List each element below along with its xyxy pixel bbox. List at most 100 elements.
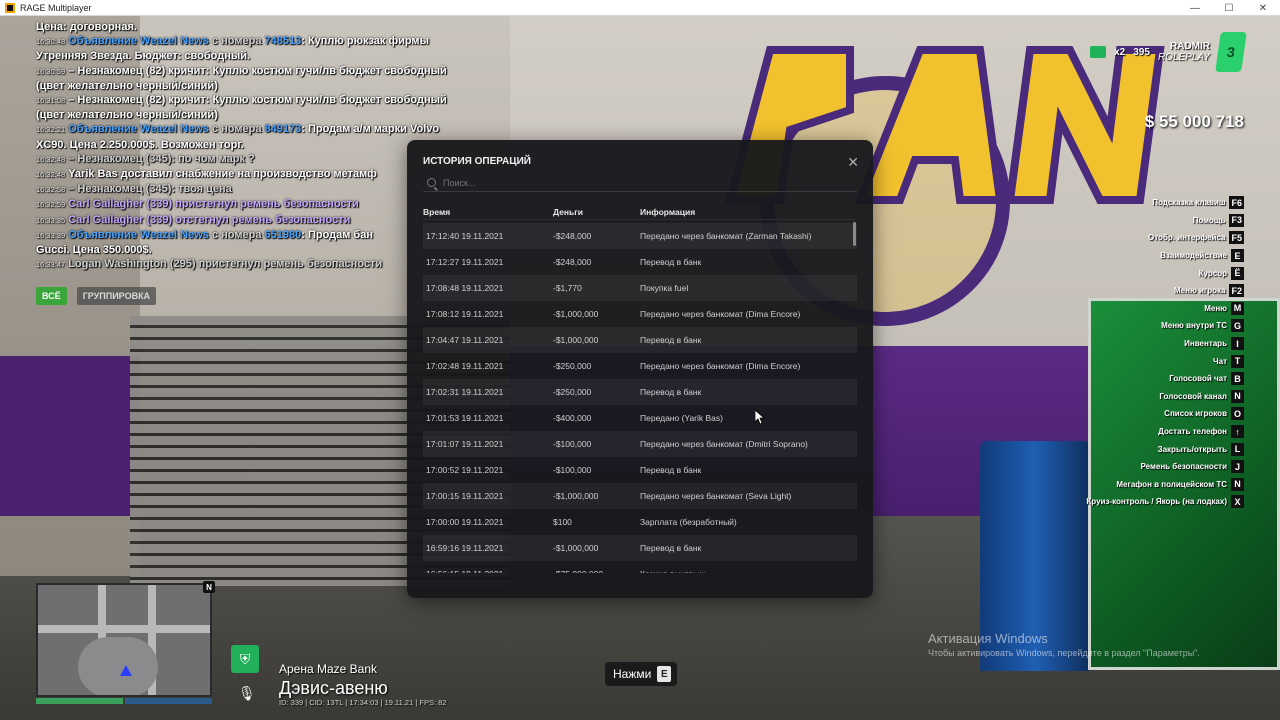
cell-info: Передано через банкомат (Dima Encore)	[640, 361, 801, 371]
modal-close-button[interactable]: ✕	[847, 154, 859, 171]
brand-name: RADMIR	[1170, 41, 1210, 52]
table-row[interactable]: 17:00:00 19.11.2021 $100 Зарплата (безрабо…	[423, 509, 857, 535]
key-hint-label: Курсор	[1198, 268, 1227, 278]
hud-stat-x2: x2	[1114, 46, 1126, 58]
chat-tab-group[interactable]: ГРУППИРОВКА	[76, 287, 157, 305]
radmir-logo-icon: 3	[1215, 32, 1247, 72]
cell-time: 17:02:48 19.11.2021	[426, 361, 504, 371]
minimap	[36, 583, 212, 697]
chat-timestamp: 16:32:48	[36, 154, 66, 164]
cell-info: Перевод в банк	[640, 257, 702, 267]
chat-tabs: ВСЁ ГРУППИРОВКА	[36, 287, 157, 305]
chat-text: : Продам бан	[301, 228, 373, 241]
key-hint: Инвентарь I	[984, 335, 1244, 353]
table-row[interactable]: 17:04:47 19.11.2021 -$1,000,000 Перевод в …	[423, 327, 857, 353]
rage-app-icon	[5, 2, 15, 13]
column-header-time: Время	[423, 206, 451, 217]
brand-sub: ROLEPLAY	[1157, 52, 1210, 63]
close-window-button[interactable]: ✕	[1246, 0, 1280, 16]
table-row[interactable]: 17:01:53 19.11.2021 -$400,000 Передано (Ya…	[423, 405, 857, 431]
money-display: $ 55 000 718	[1144, 112, 1244, 131]
chat-text: – Незнакомец (345): по чом марк ?	[68, 152, 255, 165]
key-hint: Подсказка клавиш F6	[984, 194, 1244, 212]
key-hint-label: Голосовой чат	[1169, 374, 1227, 384]
table-row[interactable]: 17:08:12 19.11.2021 -$1,000,000 Передано ч…	[423, 301, 857, 327]
chat-tab-all[interactable]: ВСЁ	[36, 287, 67, 305]
cell-info: Казино выигрыш	[640, 569, 857, 573]
chat-timestamp: 16:30:59	[36, 66, 66, 76]
chat-message: 16:30:48 Объявление Weazel News с номера …	[36, 34, 511, 49]
table-row[interactable]: 17:02:48 19.11.2021 -$250,000 Передано чер…	[423, 353, 857, 379]
chat-timestamp: 16:33:35	[36, 215, 66, 225]
cell-time: 17:12:40 19.11.2021	[426, 231, 504, 241]
interact-key: E	[657, 666, 672, 682]
table-row[interactable]: 17:12:40 19.11.2021 -$248,000 Передано чер…	[423, 223, 857, 249]
cell-time: 17:04:47 19.11.2021	[426, 335, 504, 345]
north-icon: N	[203, 581, 215, 593]
search-bar	[423, 174, 857, 192]
key-hint-key: ↑	[1231, 425, 1244, 439]
health-armor-bar	[36, 698, 212, 704]
cell-time: 16:59:16 19.11.2021	[426, 543, 504, 553]
key-hint-label: Отобр. интерфейса	[1148, 233, 1226, 243]
key-hint-key: T	[1231, 354, 1244, 368]
key-hint-key: G	[1231, 319, 1244, 333]
minimap-road	[38, 625, 210, 633]
cell-info: Передано через банкомат (Seva Light)	[640, 491, 792, 501]
donate-icon	[1090, 46, 1107, 58]
chat-text: Gucci. Цена 350.000$.	[36, 244, 152, 257]
cell-info: Передано через банкомат (Dmitri Soprano)	[640, 439, 808, 449]
chat-text: (цвет желательно черный/синий)	[36, 79, 218, 92]
chat-text: с номера	[208, 35, 265, 48]
chat-message: 16:30:59– Незнакомец (82) кричит: Куплю …	[36, 64, 511, 79]
table-row[interactable]: 17:12:27 19.11.2021 -$248,000 Перевод в ба…	[423, 249, 857, 275]
key-hint-label: Ремень безопасности	[1140, 462, 1227, 472]
windows-activation-watermark: Активация Windows Чтобы активировать Win…	[928, 631, 1200, 658]
table-row[interactable]: 17:08:48 19.11.2021 -$1,770 Покупка fuel	[423, 275, 857, 301]
table-row[interactable]: 17:02:31 19.11.2021 -$250,000 Перевод в ба…	[423, 379, 857, 405]
table-scrollbar[interactable]	[853, 222, 856, 246]
operations-table-body[interactable]: 17:12:40 19.11.2021 -$248,000 Передано чер…	[423, 223, 857, 573]
cell-info: Передано (Yarik Bas)	[640, 413, 723, 423]
chat-text: с номера	[208, 123, 265, 136]
chat-text: 849173	[264, 123, 302, 136]
table-row[interactable]: 17:01:07 19.11.2021 -$100,000 Передано чер…	[423, 431, 857, 457]
key-hint-label: Мегафон в полицейском ТС	[1116, 479, 1227, 489]
key-hint: Список игроков O	[984, 405, 1244, 423]
key-hint-key: N	[1231, 477, 1244, 491]
key-hint-key: M	[1231, 301, 1244, 315]
table-row[interactable]: 17:00:52 19.11.2021 -$100,000 Перевод в ба…	[423, 457, 857, 483]
cell-info: Перевод в банк	[640, 543, 702, 553]
cell-time: 17:01:07 19.11.2021	[426, 439, 504, 449]
cell-info: Зарплата (безработный)	[640, 517, 737, 527]
table-row[interactable]: 16:59:16 19.11.2021 -$1,000,000 Перевод в …	[423, 535, 857, 561]
chat-text: : Продам а/м марки Volvo	[301, 123, 440, 136]
chat-message: (цвет желательно черный/синий)	[36, 79, 511, 93]
minimize-button[interactable]: —	[1178, 0, 1212, 16]
cell-money: -$250,000	[553, 361, 592, 371]
key-hint-label: Подсказка клавиш	[1152, 198, 1226, 208]
cell-time: 17:00:00 19.11.2021	[426, 517, 504, 527]
cell-money: -$1,000,000	[553, 309, 599, 319]
key-hint-key: J	[1231, 460, 1244, 474]
chat-text: Цена: договорная.	[36, 21, 137, 33]
modal-title: ИСТОРИЯ ОПЕРАЦИЙ	[423, 156, 531, 167]
key-hint-key: E	[1231, 249, 1244, 263]
cell-money: -$248,000	[553, 231, 592, 241]
table-row[interactable]: 16:56:15 19.11.2021-$75,000,000Казино вы…	[423, 561, 857, 573]
cell-money: -$100,000	[553, 439, 592, 449]
cell-time: 17:00:15 19.11.2021	[426, 491, 504, 501]
chat-text: Carl Gallagher (339) отстегнул ремень бе…	[68, 213, 351, 226]
column-header-money: Деньги	[553, 206, 584, 217]
table-row[interactable]: 17:00:15 19.11.2021 -$1,000,000 Передано ч…	[423, 483, 857, 509]
chat-message: 16:32:21 Объявление Weazel News с номера …	[36, 122, 511, 137]
maximize-button[interactable]: ☐	[1212, 0, 1246, 16]
hud-top-right: x2 395 RADMIR ROLEPLAY 3	[1090, 32, 1247, 72]
key-hint-label: Меню внутри ТС	[1161, 321, 1227, 331]
cell-money: -$1,770	[553, 283, 582, 293]
chat-message: 16:31:08– Незнакомец (82) кричит: Куплю …	[36, 93, 511, 108]
key-hint: Чат T	[984, 352, 1244, 370]
search-input[interactable]	[443, 177, 843, 188]
key-hint-label: Меню игрока	[1174, 286, 1226, 296]
interact-prompt-label: Нажми	[613, 667, 652, 681]
